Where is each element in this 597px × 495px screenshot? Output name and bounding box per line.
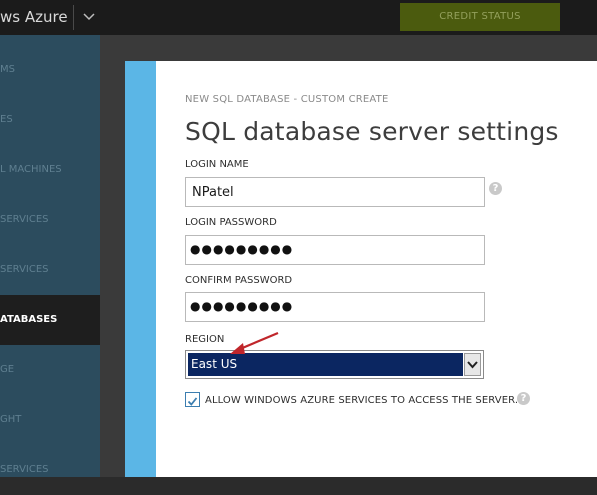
- chevron-down-icon[interactable]: [80, 8, 98, 26]
- confirm-password-label: CONFIRM PASSWORD: [185, 275, 293, 286]
- sidebar-item-mobile-services[interactable]: SERVICES: [0, 195, 100, 245]
- help-icon[interactable]: ?: [517, 392, 530, 405]
- sidebar: MS ES L MACHINES SERVICES SERVICES ATABA…: [0, 35, 100, 477]
- confirm-password-value: ●●●●●●●●●: [190, 299, 294, 313]
- login-name-input[interactable]: [185, 177, 485, 207]
- region-dropdown-button[interactable]: [464, 353, 481, 376]
- brand-divider: [73, 5, 74, 30]
- chevron-down-icon: [467, 361, 478, 369]
- sidebar-item-cloud-services[interactable]: SERVICES: [0, 245, 100, 295]
- login-password-label: LOGIN PASSWORD: [185, 217, 277, 228]
- page-title: SQL database server settings: [185, 117, 559, 146]
- login-password-value: ●●●●●●●●●: [190, 242, 294, 256]
- sidebar-item-websites[interactable]: ES: [0, 95, 100, 145]
- sidebar-item-hdinsight[interactable]: GHT: [0, 395, 100, 445]
- region-label: REGION: [185, 334, 225, 345]
- top-bar: ws Azure CREDIT STATUS: [0, 0, 597, 35]
- sidebar-item-storage[interactable]: GE: [0, 345, 100, 395]
- dialog-accent-bar: [125, 61, 156, 477]
- sidebar-item-virtual-machines[interactable]: L MACHINES: [0, 145, 100, 195]
- login-name-label: LOGIN NAME: [185, 159, 249, 170]
- allow-azure-services-checkbox[interactable]: [185, 392, 200, 407]
- sidebar-item-items[interactable]: MS: [0, 45, 100, 95]
- allow-azure-services-label: ALLOW WINDOWS AZURE SERVICES TO ACCESS T…: [205, 395, 519, 406]
- annotation-arrow-icon: [230, 331, 279, 354]
- portal-brand: ws Azure: [0, 8, 68, 26]
- credit-status-button[interactable]: CREDIT STATUS: [400, 3, 560, 31]
- dialog-subtitle: NEW SQL DATABASE - CUSTOM CREATE: [185, 94, 389, 105]
- checkmark-icon: [187, 397, 198, 406]
- sidebar-item-sql-databases[interactable]: ATABASES: [0, 295, 100, 345]
- help-icon[interactable]: ?: [489, 182, 502, 195]
- sidebar-item-media-services[interactable]: SERVICES: [0, 445, 100, 495]
